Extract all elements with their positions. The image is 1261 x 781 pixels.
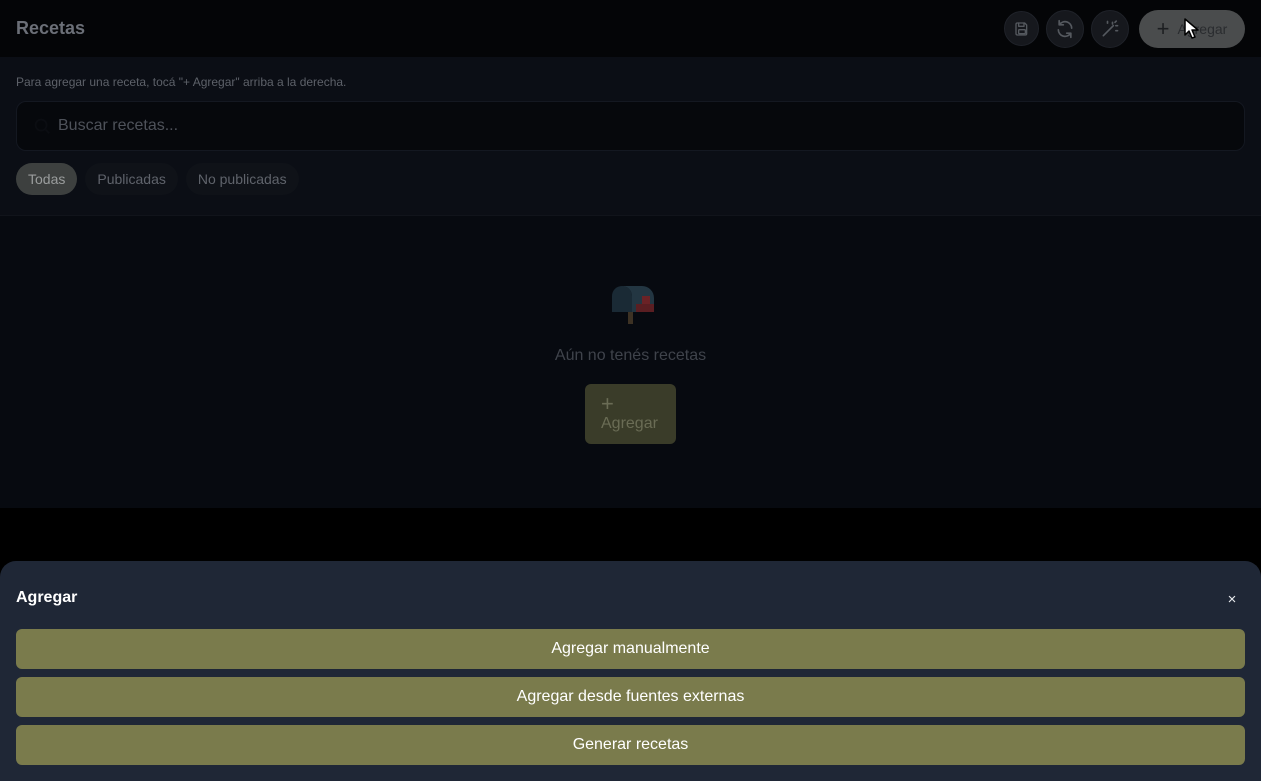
tab-no-publicadas[interactable]: No publicadas <box>185 163 299 195</box>
generate-recipes-button[interactable]: Generar recetas <box>16 725 1245 765</box>
mouse-cursor-icon <box>1184 17 1199 39</box>
mailbox-icon <box>612 286 654 324</box>
hint-text: Para agregar una receta, tocá "+ Agregar… <box>16 75 347 89</box>
app-screen: Recetas + Agregar Para agregar una recet… <box>0 0 1261 781</box>
close-button[interactable]: × <box>1222 589 1242 609</box>
search-placeholder: Buscar recetas... <box>58 117 179 134</box>
sheet-title: Agregar <box>16 589 78 606</box>
tab-todas[interactable]: Todas <box>16 163 78 195</box>
page-title: Recetas <box>16 18 86 38</box>
save-button[interactable] <box>1004 11 1039 46</box>
add-button[interactable]: + Agregar <box>1139 9 1245 48</box>
empty-message: Aún no tenés recetas <box>554 347 707 364</box>
add-bottom-sheet: Agregar × Agregar manualmente Agregar de… <box>0 561 1261 781</box>
plus-icon: + <box>1156 15 1170 41</box>
add-manual-button[interactable]: Agregar manualmente <box>16 629 1245 669</box>
filter-tabs: Todas Publicadas No publicadas <box>16 163 299 195</box>
recipes-list: Aún no tenés recetas + Agregar <box>0 216 1261 508</box>
refresh-button[interactable] <box>1046 9 1084 48</box>
save-icon <box>1014 21 1027 36</box>
add-external-button[interactable]: Agregar desde fuentes externas <box>16 677 1245 717</box>
tab-publicadas[interactable]: Publicadas <box>85 163 178 195</box>
empty-add-label: Agregar <box>601 415 658 432</box>
header-actions: + Agregar <box>1004 9 1245 48</box>
search-icon <box>34 118 50 134</box>
magic-button[interactable] <box>1091 9 1129 48</box>
plus-icon: + <box>601 391 614 416</box>
refresh-icon <box>1057 19 1073 38</box>
search-input[interactable]: Buscar recetas... <box>16 101 1245 151</box>
header-bar: Recetas + Agregar <box>0 0 1261 57</box>
empty-add-button[interactable]: + Agregar <box>585 384 676 444</box>
magic-wand-icon <box>1102 19 1119 37</box>
filters-panel: Para agregar una receta, tocá "+ Agregar… <box>0 57 1261 216</box>
